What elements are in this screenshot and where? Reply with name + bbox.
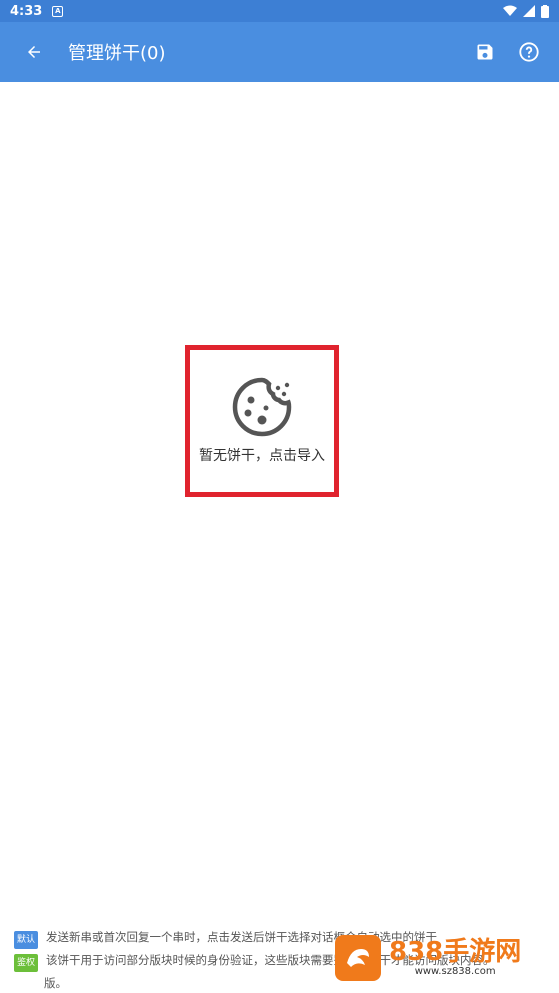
empty-state[interactable]: 暂无饼干，点击导入 xyxy=(186,347,338,495)
badge-default: 默认 xyxy=(14,931,39,949)
watermark-url: www.sz838.com xyxy=(414,966,496,977)
dragon-logo-icon xyxy=(347,948,369,967)
signal-icon xyxy=(523,5,535,17)
notification-icon: A xyxy=(52,5,64,17)
arrow-back-icon xyxy=(28,46,40,58)
wifi-icon xyxy=(503,5,517,16)
badge-auth: 鉴权 xyxy=(14,954,39,972)
empty-state-text: 暂无饼干，点击导入 xyxy=(199,448,325,464)
help-button[interactable] xyxy=(507,22,551,82)
status-icons xyxy=(503,4,549,18)
save-icon xyxy=(477,44,493,60)
battery-icon xyxy=(541,4,549,18)
watermark: 838手游网 www.sz838.com xyxy=(335,930,530,985)
footer-text-continuation: 版。 xyxy=(44,976,67,990)
cookie-icon xyxy=(232,377,292,437)
status-time: 4:33 xyxy=(10,3,43,19)
app-bar: 管理饼干(0) xyxy=(0,22,559,82)
watermark-logo xyxy=(335,934,381,981)
page-title: 管理饼干(0) xyxy=(68,43,166,64)
help-icon xyxy=(519,42,539,62)
status-bar: 4:33 A xyxy=(0,0,559,22)
save-button[interactable] xyxy=(463,22,507,82)
watermark-brand: 838手游网 xyxy=(389,937,522,967)
back-button[interactable] xyxy=(0,22,68,82)
